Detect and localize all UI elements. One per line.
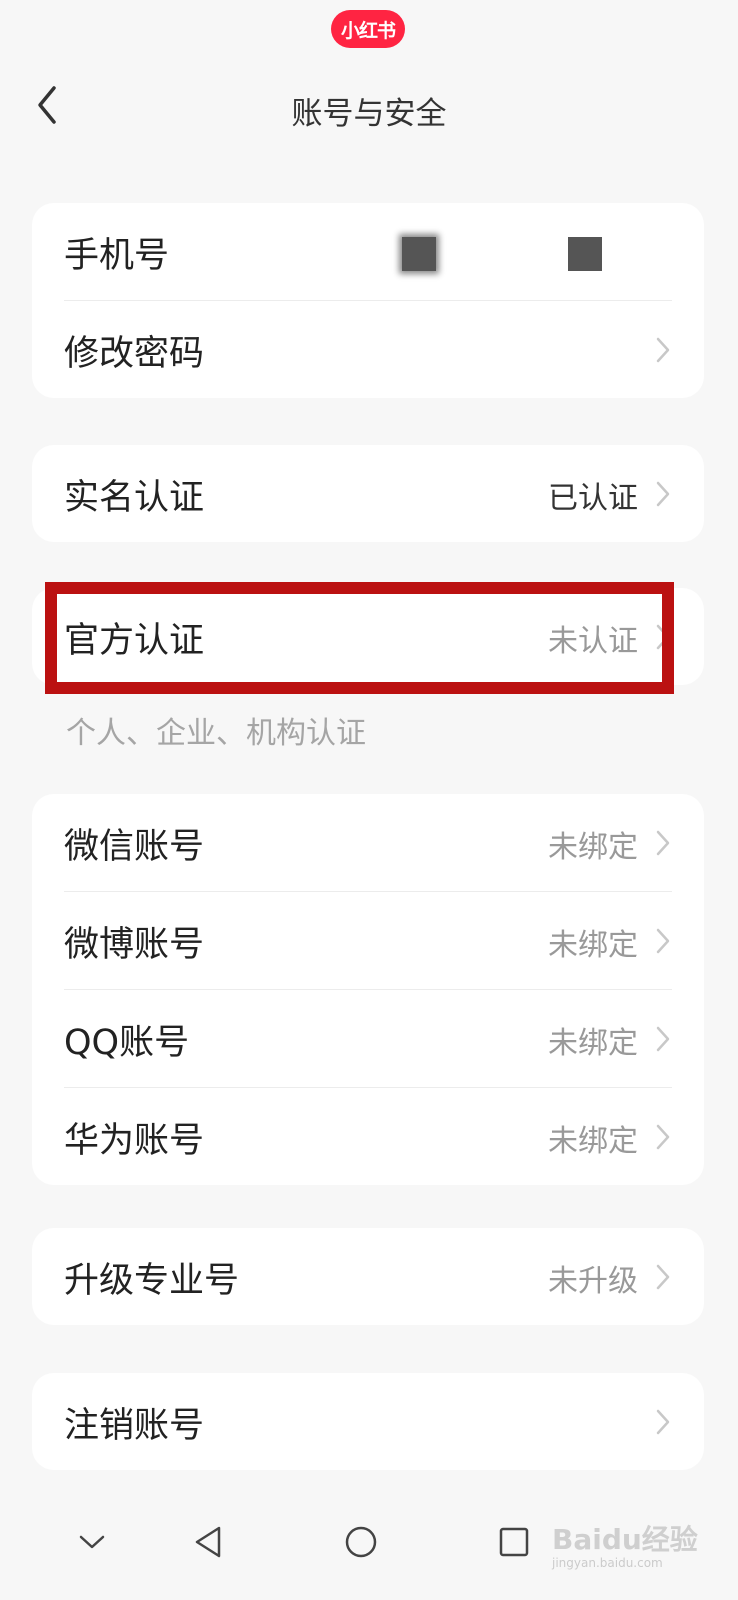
chevron-right-icon — [654, 926, 672, 956]
header: 账号与安全 — [0, 70, 738, 140]
bindings-card: 微信账号 未绑定 微博账号 未绑定 QQ账号 未绑定 华为账号 未绑定 — [32, 794, 704, 1185]
huawei-status: 未绑定 — [548, 1124, 638, 1159]
realname-card: 实名认证 已认证 — [32, 445, 704, 542]
nav-home-icon — [345, 1526, 377, 1558]
chevron-right-icon — [654, 1024, 672, 1054]
watermark: Baidu经验 jingyan.baidu.com — [552, 1518, 698, 1570]
change-password-row[interactable]: 修改密码 — [64, 300, 672, 398]
nav-collapse-icon — [79, 1535, 105, 1549]
nav-back-icon — [195, 1526, 221, 1558]
account-card: 手机号 修改密码 — [32, 203, 704, 398]
change-password-label: 修改密码 — [64, 334, 205, 374]
chevron-right-icon — [654, 335, 672, 365]
chevron-right-icon — [654, 1122, 672, 1152]
weibo-row[interactable]: 微博账号 未绑定 — [64, 891, 672, 989]
qq-row[interactable]: QQ账号 未绑定 — [64, 989, 672, 1087]
phone-mask — [568, 237, 602, 271]
chevron-right-icon — [654, 828, 672, 858]
phone-label: 手机号 — [64, 236, 170, 276]
weibo-label: 微博账号 — [64, 925, 205, 965]
official-status: 未认证 — [548, 624, 638, 659]
watermark-text: Baidu经验 — [552, 1523, 698, 1556]
chevron-right-icon — [654, 622, 672, 652]
qq-status: 未绑定 — [548, 1026, 638, 1061]
huawei-row[interactable]: 华为账号 未绑定 — [64, 1087, 672, 1185]
nav-recents-icon — [499, 1527, 529, 1557]
chevron-right-icon — [654, 1407, 672, 1437]
nav-recents-button[interactable] — [484, 1512, 544, 1572]
wechat-label: 微信账号 — [64, 827, 205, 867]
chevron-right-icon — [654, 479, 672, 509]
phone-row[interactable]: 手机号 — [64, 203, 672, 300]
wechat-status: 未绑定 — [548, 830, 638, 865]
official-card: 官方认证 未认证 — [32, 588, 704, 685]
pro-card: 升级专业号 未升级 — [32, 1228, 704, 1325]
nav-back-button[interactable] — [178, 1512, 238, 1572]
delete-card: 注销账号 — [32, 1373, 704, 1470]
realname-status: 已认证 — [548, 481, 638, 516]
qq-label: QQ账号 — [64, 1023, 190, 1063]
app-logo: 小红书 — [331, 10, 405, 48]
phone-mask — [402, 237, 436, 271]
weibo-status: 未绑定 — [548, 928, 638, 963]
pro-row[interactable]: 升级专业号 未升级 — [64, 1228, 672, 1325]
official-hint: 个人、企业、机构认证 — [66, 716, 366, 751]
nav-home-button[interactable] — [331, 1512, 391, 1572]
realname-row[interactable]: 实名认证 已认证 — [64, 445, 672, 542]
watermark-sub: jingyan.baidu.com — [552, 1556, 663, 1570]
delete-account-row[interactable]: 注销账号 — [64, 1373, 672, 1470]
delete-account-label: 注销账号 — [64, 1406, 205, 1446]
realname-label: 实名认证 — [64, 478, 205, 518]
wechat-row[interactable]: 微信账号 未绑定 — [64, 794, 672, 891]
nav-collapse-button[interactable] — [62, 1512, 122, 1572]
pro-status: 未升级 — [548, 1264, 638, 1299]
page-title: 账号与安全 — [291, 96, 447, 132]
chevron-right-icon — [654, 1262, 672, 1292]
pro-label: 升级专业号 — [64, 1261, 240, 1301]
huawei-label: 华为账号 — [64, 1121, 205, 1161]
official-label: 官方认证 — [64, 621, 205, 661]
official-row[interactable]: 官方认证 未认证 — [64, 588, 672, 685]
